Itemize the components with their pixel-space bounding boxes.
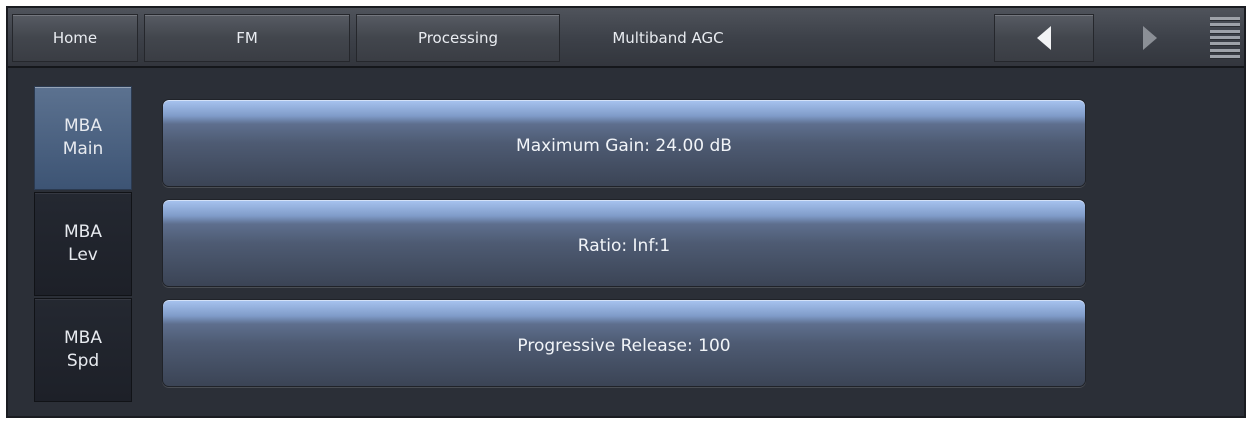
maximum-gain-control[interactable]: Maximum Gain: 24.00 dB xyxy=(162,99,1086,187)
tab-mba-lev[interactable]: MBA Lev xyxy=(34,192,132,296)
ratio-control[interactable]: Ratio: Inf:1 xyxy=(162,199,1086,287)
tab-mba-spd-line2: Spd xyxy=(66,351,100,371)
left-triangle-icon xyxy=(1037,26,1051,50)
page-title: Multiband AGC xyxy=(612,29,724,47)
tab-mba-lev-line2: Lev xyxy=(68,245,98,265)
home-button[interactable]: Home xyxy=(12,14,138,62)
progressive-release-control[interactable]: Progressive Release: 100 xyxy=(162,299,1086,387)
tab-mba-spd-line1: MBA xyxy=(64,328,102,348)
back-button[interactable] xyxy=(994,14,1094,62)
tab-mba-main[interactable]: MBA Main xyxy=(34,86,132,190)
progressive-release-label: Progressive Release: 100 xyxy=(517,336,731,356)
fm-button[interactable]: FM xyxy=(144,14,350,62)
hamburger-menu-icon[interactable] xyxy=(1210,14,1240,62)
home-button-label: Home xyxy=(52,29,98,47)
maximum-gain-label: Maximum Gain: 24.00 dB xyxy=(516,136,732,156)
tab-mba-main-line1: MBA xyxy=(64,116,102,136)
forward-button[interactable] xyxy=(1100,14,1200,62)
app-window: Home FM Processing Multiband AGC MBA Mai… xyxy=(6,6,1246,418)
tab-mba-lev-line1: MBA xyxy=(64,222,102,242)
top-toolbar: Home FM Processing Multiband AGC xyxy=(8,8,1244,68)
ratio-label: Ratio: Inf:1 xyxy=(577,236,671,256)
processing-button-label: Processing xyxy=(417,29,499,47)
tab-mba-spd[interactable]: MBA Spd xyxy=(34,298,132,402)
fm-button-label: FM xyxy=(236,29,258,47)
tab-mba-main-line2: Main xyxy=(62,139,104,159)
right-triangle-icon xyxy=(1143,26,1157,50)
processing-button[interactable]: Processing xyxy=(356,14,560,62)
